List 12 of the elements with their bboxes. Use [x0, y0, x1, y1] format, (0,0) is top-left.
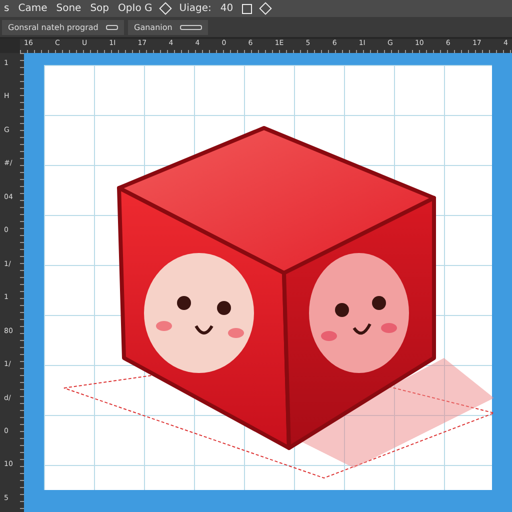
- menu-item[interactable]: 40: [220, 3, 234, 14]
- menu-item[interactable]: Sop: [90, 3, 110, 14]
- menu-item[interactable]: Sone: [56, 3, 82, 14]
- slider-icon: [180, 24, 202, 30]
- slider-icon: [106, 24, 118, 30]
- input-field[interactable]: Gonsral nateh prograd: [2, 20, 124, 34]
- menu-item[interactable]: OpIo G: [118, 3, 152, 14]
- menu-item[interactable]: Uiage:: [179, 3, 212, 14]
- grid-icon[interactable]: [242, 4, 252, 14]
- menu-item[interactable]: Came: [18, 3, 48, 14]
- menu-item[interactable]: s: [4, 3, 10, 14]
- input-field[interactable]: Gananion: [128, 20, 208, 34]
